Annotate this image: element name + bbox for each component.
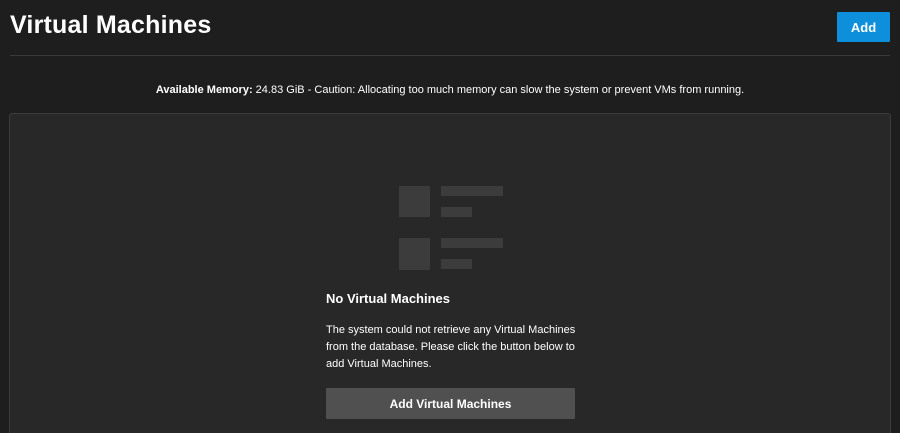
page: Virtual Machines Add Available Memory: 2… [0, 0, 900, 433]
icon-square-top [399, 186, 430, 217]
available-memory-label: Available Memory: [155, 84, 253, 96]
icon-line-long-top [441, 186, 503, 196]
icon-line-long-bottom [441, 238, 503, 248]
header-divider [10, 55, 890, 56]
list-placeholder-icon [399, 186, 503, 270]
icon-square-bottom [399, 238, 430, 270]
page-title: Virtual Machines [10, 11, 212, 39]
icon-line-short-bottom [441, 259, 472, 269]
page-header: Virtual Machines Add [0, 0, 900, 56]
add-button[interactable]: Add [837, 12, 890, 42]
icon-line-short-top [441, 207, 472, 217]
available-memory-notice: Available Memory: 24.83 GiB - Caution: A… [0, 84, 900, 96]
available-memory-text: 24.83 GiB - Caution: Allocating too much… [252, 84, 745, 96]
empty-state-title: No Virtual Machines [326, 291, 451, 306]
add-virtual-machines-button[interactable]: Add Virtual Machines [326, 388, 575, 419]
empty-state-message: The system could not retrieve any Virtua… [326, 324, 576, 370]
vm-list-panel [9, 113, 891, 433]
